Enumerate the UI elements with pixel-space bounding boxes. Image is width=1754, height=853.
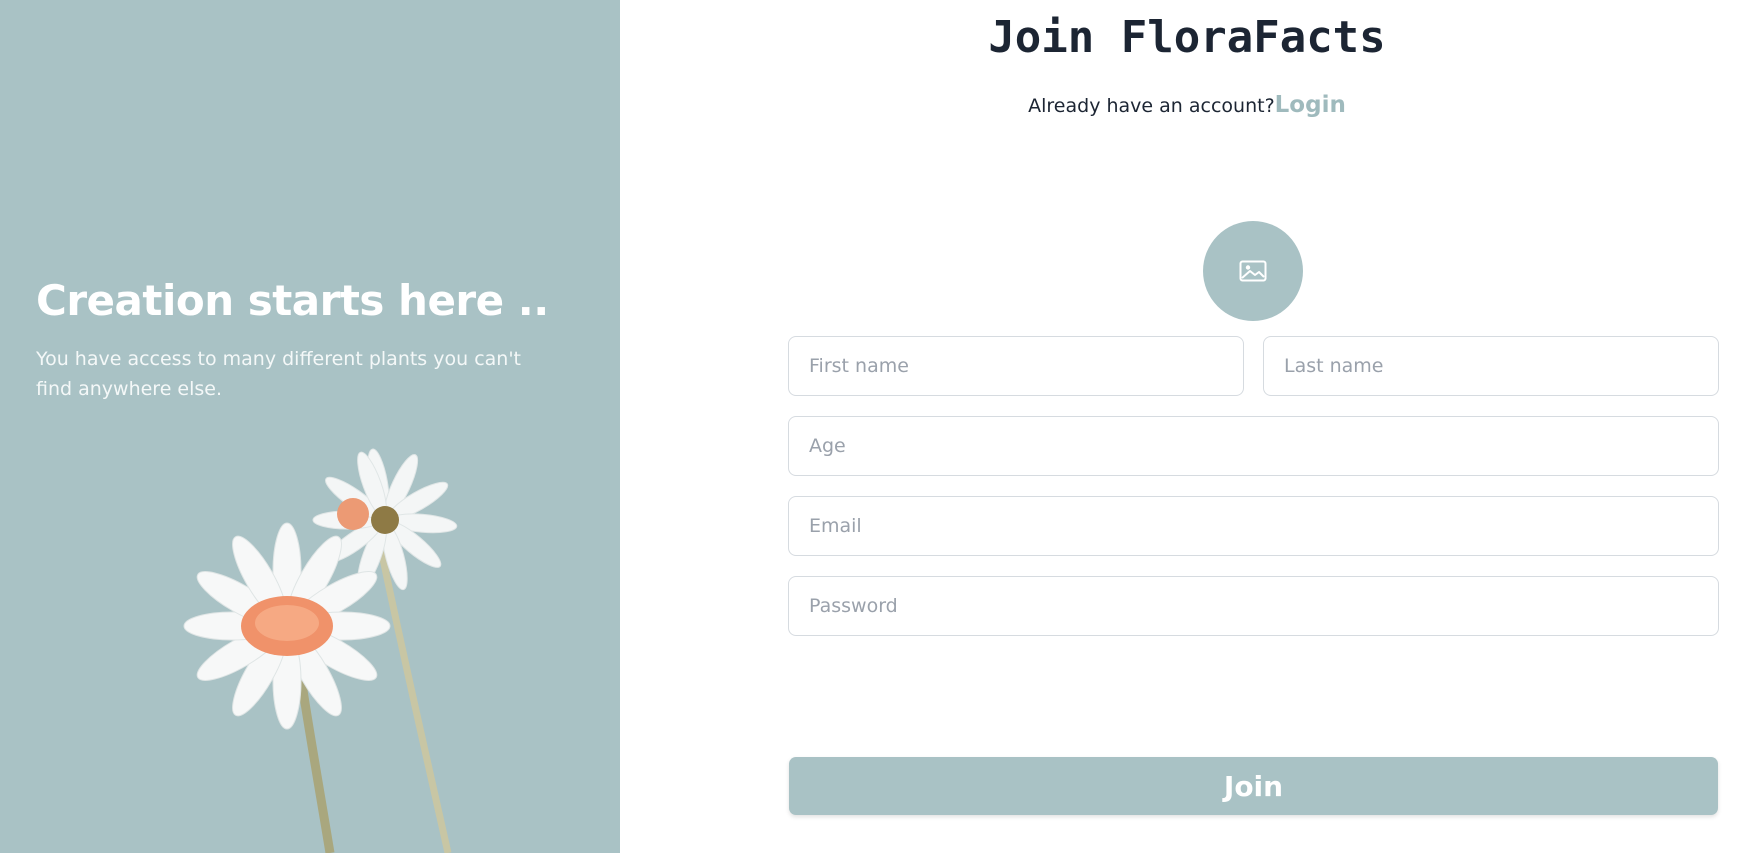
daisy-illustration <box>183 448 458 853</box>
password-input[interactable] <box>788 576 1719 636</box>
avatar-upload-button[interactable] <box>1203 221 1303 321</box>
signup-page: Creation starts here .. You have access … <box>0 0 1754 853</box>
email-input[interactable] <box>788 496 1719 556</box>
front-daisy <box>183 522 391 730</box>
hero-panel: Creation starts here .. You have access … <box>0 0 620 853</box>
age-input[interactable] <box>788 416 1719 476</box>
first-name-input[interactable] <box>788 336 1244 396</box>
hero-subtitle: You have access to many different plants… <box>36 348 522 400</box>
login-prompt-row: Already have an account?Login <box>620 92 1754 118</box>
page-title: Join FloraFacts <box>988 12 1386 63</box>
hero-title: Creation starts here .. <box>36 276 549 325</box>
last-name-input[interactable] <box>1263 336 1719 396</box>
image-icon <box>1239 260 1267 282</box>
join-button[interactable]: Join <box>789 757 1718 815</box>
login-prompt-text: Already have an account? <box>1028 95 1275 117</box>
login-link[interactable]: Login <box>1275 92 1346 118</box>
back-stem <box>371 519 452 853</box>
